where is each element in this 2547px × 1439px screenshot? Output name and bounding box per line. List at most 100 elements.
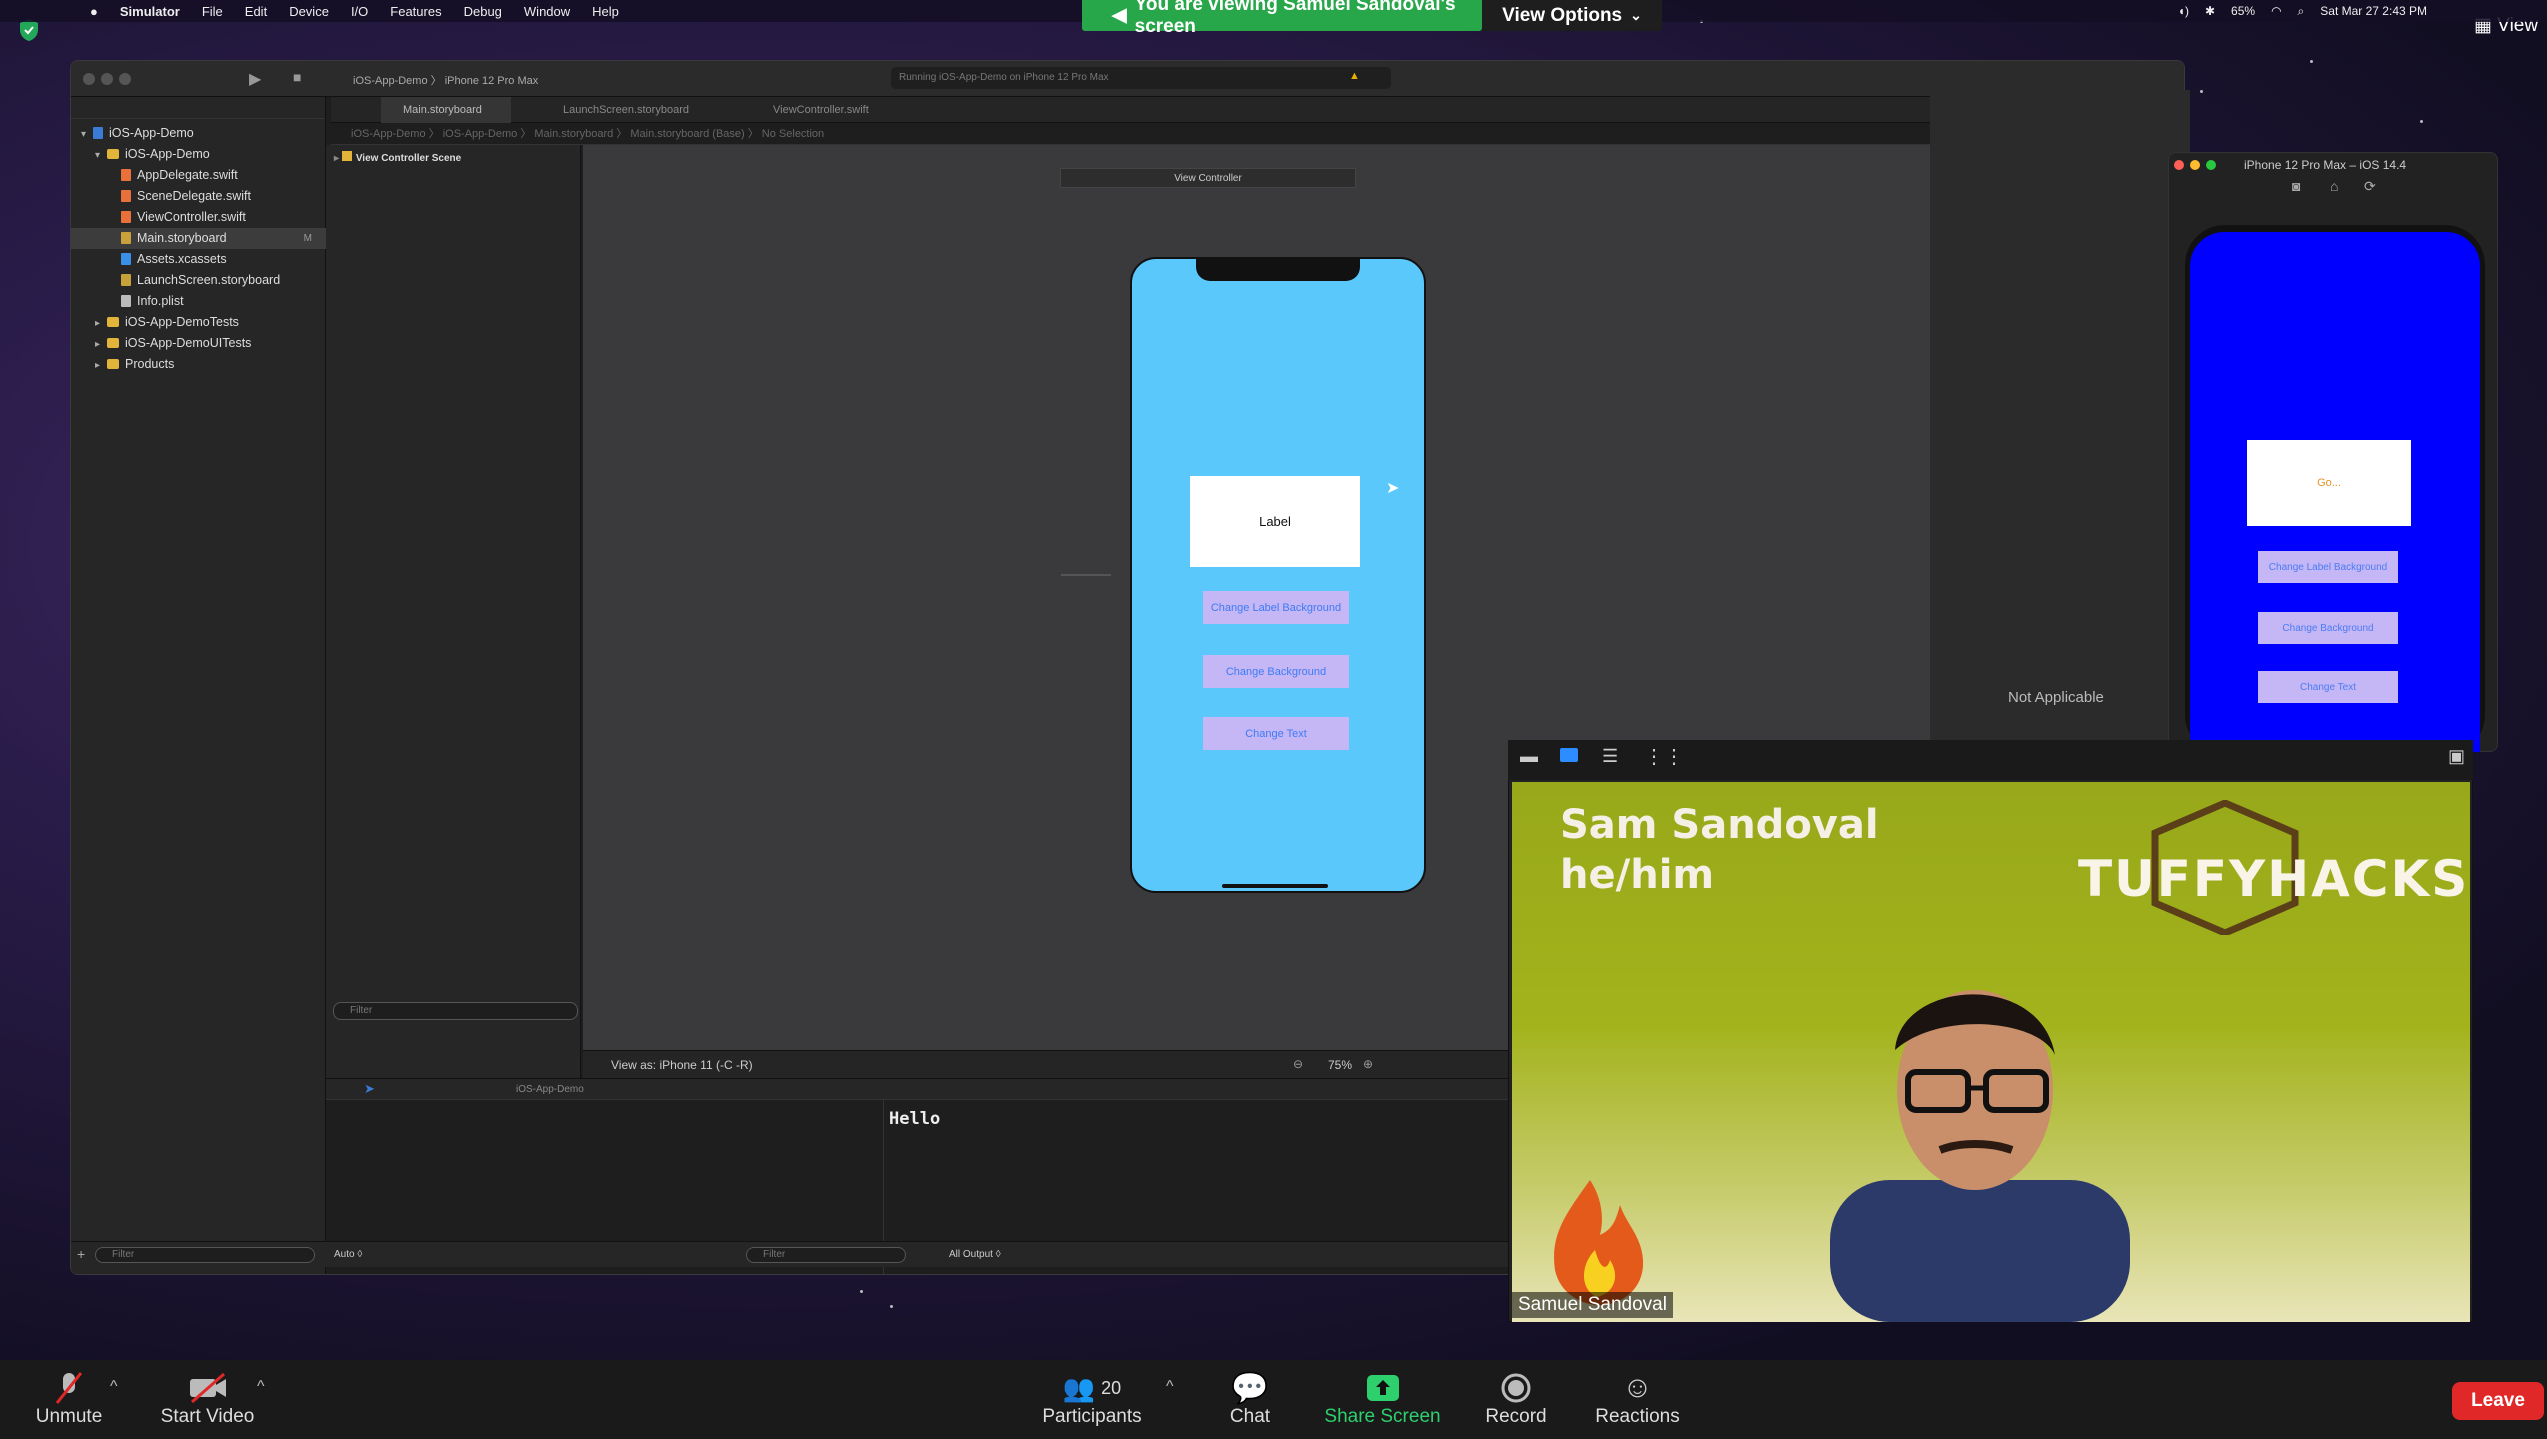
leave-button[interactable]: Leave [2452, 1382, 2544, 1420]
swift-file-icon [121, 190, 131, 202]
status-menus: ◖) ✱ 65% ◠ ⌕ Sat Mar 27 2:43 PM [2178, 0, 2427, 22]
tree-file-main-storyboard[interactable]: Main.storyboard M [71, 228, 326, 249]
wifi-icon[interactable]: ◠ [2271, 4, 2281, 18]
search-icon[interactable]: ⌕ [2298, 4, 2305, 19]
change-text-button[interactable]: Change Text [1203, 717, 1349, 750]
debug-target[interactable]: iOS-App-Demo [516, 1084, 584, 1095]
stop-icon[interactable]: ■ [293, 69, 301, 85]
chat-button[interactable]: 💬 Chat [1220, 1370, 1280, 1428]
tree-group-products[interactable]: ▸ Products [71, 354, 326, 375]
tree-group-tests[interactable]: ▸ iOS-App-DemoTests [71, 312, 326, 333]
sim-close-button[interactable] [2174, 160, 2184, 170]
tree-file-infoplist[interactable]: Info.plist [71, 291, 326, 312]
sim-zoom-button[interactable] [2206, 160, 2216, 170]
tab-launchscreen[interactable]: LaunchScreen.storyboard [541, 97, 721, 123]
change-background-button[interactable]: Change Background [1203, 655, 1349, 688]
tree-group-uitests[interactable]: ▸ iOS-App-DemoUITests [71, 333, 326, 354]
minimize-window-button[interactable] [101, 73, 113, 85]
tab-viewcontroller[interactable]: ViewController.swift [751, 97, 931, 123]
share-screen-icon [1320, 1370, 1445, 1406]
editor-tabs: Main.storyboard LaunchScreen.storyboard … [331, 97, 2184, 123]
reactions-button[interactable]: ☺ Reactions [1590, 1370, 1685, 1428]
view-options-button[interactable]: View Options ⌄ [1482, 0, 1662, 31]
battery-percent[interactable]: 65% [2231, 4, 2255, 18]
tree-file-appdelegate[interactable]: AppDelegate.swift [71, 165, 326, 186]
record-icon [1480, 1370, 1552, 1406]
datetime[interactable]: Sat Mar 27 2:43 PM [2320, 4, 2427, 18]
menu-io[interactable]: I/O [351, 4, 368, 19]
breakpoints-icon[interactable]: ➤ [364, 1081, 375, 1097]
rotate-icon[interactable]: ⟳ [2364, 178, 2376, 195]
folder-icon [107, 359, 119, 369]
jump-bar[interactable]: iOS-App-Demo 〉 iOS-App-Demo 〉 Main.story… [331, 123, 2184, 145]
sim-minimize-button[interactable] [2190, 160, 2200, 170]
strip-view-icon[interactable]: ☰ [1602, 746, 1618, 767]
speaker-view-icon[interactable] [1560, 748, 1578, 762]
change-label-background-button[interactable]: Change Label Background [1203, 591, 1349, 624]
bluetooth-icon[interactable]: ✱ [2205, 4, 2215, 18]
tree-file-scenedelegate[interactable]: SceneDelegate.swift [71, 186, 326, 207]
zoom-level[interactable]: 75% [1328, 1058, 1352, 1072]
zoom-in-icon[interactable]: ⊕ [1363, 1057, 1373, 1071]
warning-icon[interactable]: ▲ [1349, 70, 1360, 82]
run-icon[interactable]: ▶ [249, 69, 261, 89]
exit-floating-icon[interactable]: ▣ [2448, 746, 2465, 767]
app-menu[interactable]: Simulator [120, 4, 180, 19]
outline-filter-input[interactable]: Filter [333, 1002, 578, 1020]
participants-button[interactable]: 👥 20 Participants [1038, 1370, 1146, 1428]
video-options-caret-icon[interactable]: ^ [257, 1378, 265, 1396]
tree-file-launchscreen[interactable]: LaunchScreen.storyboard [71, 270, 326, 291]
menu-help[interactable]: Help [592, 4, 619, 19]
gallery-view-icon[interactable]: ⋮⋮ [1644, 744, 1684, 769]
menu-debug[interactable]: Debug [464, 4, 502, 19]
zoom-window-button[interactable] [119, 73, 131, 85]
home-icon[interactable]: ⌂ [2330, 178, 2338, 194]
tree-project[interactable]: ▾ iOS-App-Demo [71, 123, 326, 144]
tree-file-viewcontroller[interactable]: ViewController.swift [71, 207, 326, 228]
tab-main-storyboard[interactable]: Main.storyboard [381, 97, 511, 123]
tree-file-assets[interactable]: Assets.xcassets [71, 249, 326, 270]
participants-caret-icon[interactable]: ^ [1166, 1378, 1174, 1396]
zoom-out-icon[interactable]: ⊖ [1293, 1057, 1303, 1071]
scene-title-bar[interactable]: View Controller [1060, 168, 1356, 188]
variables-filter-input[interactable]: Filter [746, 1247, 906, 1263]
menu-file[interactable]: File [202, 4, 223, 19]
tree-group[interactable]: ▾ iOS-App-Demo [71, 144, 326, 165]
navigator-filter-input[interactable]: Filter [95, 1247, 315, 1263]
project-icon [93, 127, 103, 139]
menu-window[interactable]: Window [524, 4, 570, 19]
unmute-button[interactable]: Unmute [28, 1370, 110, 1428]
menu-device[interactable]: Device [289, 4, 329, 19]
start-video-button[interactable]: Start Video [150, 1370, 265, 1428]
sim-change-text-button[interactable]: Change Text [2258, 671, 2398, 703]
auto-selector[interactable]: Auto ◊ [334, 1249, 362, 1260]
share-screen-button[interactable]: Share Screen [1320, 1370, 1445, 1428]
view-as-device[interactable]: View as: iPhone 11 (‑C ‑R) [611, 1058, 753, 1072]
storyboard-label[interactable]: Label [1190, 476, 1360, 567]
sim-change-background-button[interactable]: Change Background [2258, 612, 2398, 644]
menu-features[interactable]: Features [390, 4, 441, 19]
volume-icon[interactable]: ◖) [2178, 4, 2189, 18]
audio-options-caret-icon[interactable]: ^ [110, 1378, 118, 1396]
screenshot-icon[interactable]: ◙ [2292, 178, 2300, 194]
outline-scene[interactable]: ▸ View Controller Scene [326, 145, 580, 164]
output-selector[interactable]: All Output ◊ [949, 1249, 1001, 1260]
scheme-selector[interactable]: iOS-App-Demo 〉 iPhone 12 Pro Max [353, 72, 538, 88]
menu-edit[interactable]: Edit [245, 4, 267, 19]
chevron-down-icon: ⌄ [1630, 7, 1642, 23]
navigator-filter-bar: + Filter [71, 1241, 326, 1267]
participant-name-tag: Samuel Sandoval [1512, 1292, 1673, 1318]
close-window-button[interactable] [83, 73, 95, 85]
simulator-title: iPhone 12 Pro Max – iOS 14.4 [2244, 158, 2407, 172]
inspector-not-applicable: Not Applicable [2008, 689, 2104, 706]
sim-change-label-background-button[interactable]: Change Label Background [2258, 551, 2398, 583]
add-icon[interactable]: + [77, 1246, 85, 1262]
record-button[interactable]: Record [1480, 1370, 1552, 1428]
minimize-video-icon[interactable]: ▬ [1520, 746, 1538, 767]
swift-file-icon [121, 211, 131, 223]
simulator-label: Go... [2247, 440, 2411, 526]
overlay-name: Sam Sandoval he/him [1560, 802, 1879, 898]
navigator-selector-bar[interactable] [71, 97, 325, 119]
apple-menu-icon[interactable]: ● [90, 4, 98, 19]
storyboard-phone-view[interactable] [1130, 257, 1426, 893]
